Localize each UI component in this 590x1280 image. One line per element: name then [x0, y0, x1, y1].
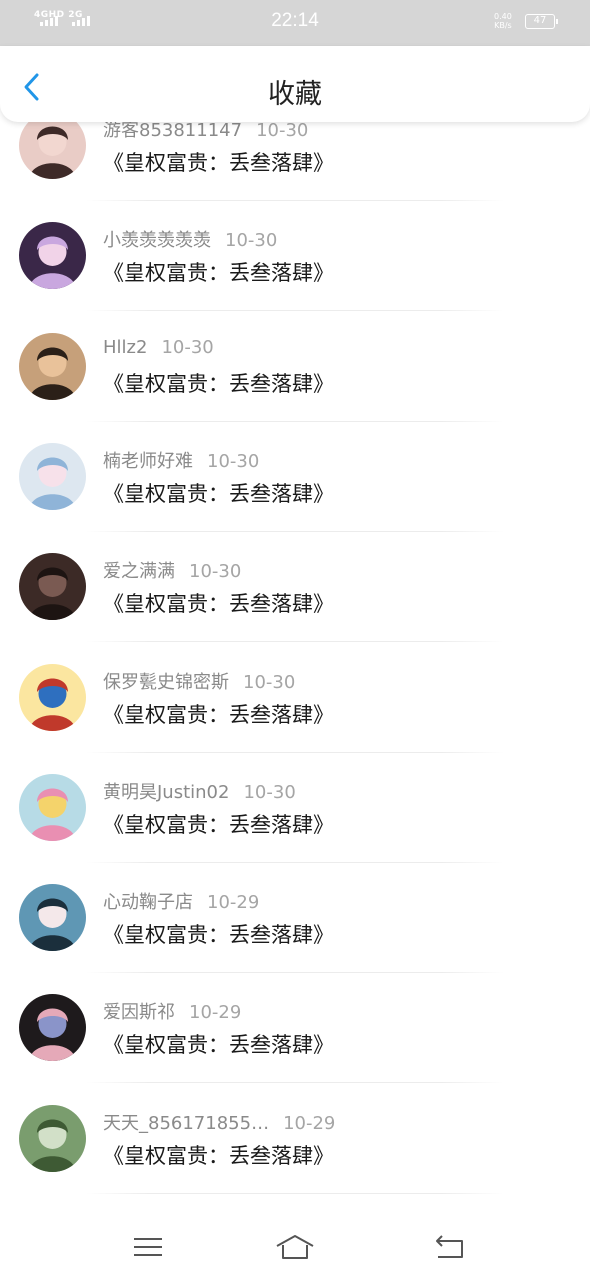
avatar[interactable] [19, 553, 86, 621]
item-meta: 爱之满满 10-30 [103, 557, 241, 583]
username: 楠老师好难 [103, 450, 193, 472]
username: Hllz2 [103, 336, 148, 358]
item-title[interactable]: 《皇权富贵：丢叁落肆》 [103, 257, 334, 287]
divider [86, 1082, 504, 1084]
date: 10-29 [283, 1112, 336, 1134]
avatar[interactable] [19, 994, 86, 1062]
list-item[interactable]: 天天_856171855… 10-29 《皇权富贵：丢叁落肆》 [0, 1085, 590, 1195]
list-item[interactable]: 楠老师好难 10-30 《皇权富贵：丢叁落肆》 [0, 423, 590, 533]
divider [86, 1192, 504, 1194]
divider [86, 420, 504, 422]
username: 游客853811147 [103, 120, 243, 141]
date: 10-29 [189, 1002, 242, 1024]
avatar[interactable] [19, 1104, 86, 1172]
username: 爱因斯祁 [103, 1002, 175, 1024]
item-meta: Hllz2 10-30 [103, 337, 214, 358]
avatar[interactable] [19, 222, 86, 290]
item-meta: 楠老师好难 10-30 [103, 447, 259, 473]
divider [86, 751, 504, 753]
item-meta: 黄明昊Justin02 10-30 [103, 778, 296, 804]
speed-value: 0.40 [494, 12, 512, 21]
username: 爱之满满 [103, 561, 175, 583]
back-arrow-icon[interactable] [430, 1230, 470, 1264]
list-item[interactable]: Hllz2 10-30 《皇权富贵：丢叁落肆》 [0, 313, 590, 423]
item-meta: 心动鞠子店 10-29 [103, 888, 259, 914]
username: 保罗甏史锦密斯 [103, 671, 229, 693]
network-speed: 0.40 KB/s [494, 12, 512, 30]
list-item[interactable]: 黄明昊Justin02 10-30 《皇权富贵：丢叁落肆》 [0, 754, 590, 864]
date: 10-30 [243, 671, 296, 693]
list-item[interactable]: 小羡羡羡羡羡 10-30 《皇权富贵：丢叁落肆》 [0, 202, 590, 312]
username: 天天_856171855… [103, 1112, 270, 1134]
date: 10-29 [207, 892, 260, 914]
avatar[interactable] [19, 773, 86, 841]
avatar[interactable] [19, 332, 86, 400]
home-icon[interactable] [275, 1230, 315, 1264]
item-meta: 保罗甏史锦密斯 10-30 [103, 668, 295, 694]
divider [86, 310, 504, 312]
divider [86, 530, 504, 532]
list-item[interactable]: 爱之满满 10-30 《皇权富贵：丢叁落肆》 [0, 533, 590, 643]
item-meta: 天天_856171855… 10-29 [103, 1109, 335, 1135]
status-bar: 4GHD 2G 22:14 0.40 KB/s 47 [0, 0, 590, 46]
speed-unit: KB/s [494, 21, 512, 30]
item-title[interactable]: 《皇权富贵：丢叁落肆》 [103, 919, 334, 949]
divider [86, 641, 504, 643]
item-title[interactable]: 《皇权富贵：丢叁落肆》 [103, 478, 334, 508]
bottom-nav [0, 1210, 590, 1280]
item-title[interactable]: 《皇权富贵：丢叁落肆》 [103, 1029, 334, 1059]
item-meta: 小羡羡羡羡羡 10-30 [103, 226, 277, 252]
username: 小羡羡羡羡羡 [103, 230, 211, 252]
item-title[interactable]: 《皇权富贵：丢叁落肆》 [103, 588, 334, 618]
list-item[interactable]: 爱因斯祁 10-29 《皇权富贵：丢叁落肆》 [0, 974, 590, 1084]
date: 10-30 [225, 230, 278, 252]
date: 10-30 [189, 561, 242, 583]
item-title[interactable]: 《皇权富贵：丢叁落肆》 [103, 368, 334, 398]
item-title[interactable]: 《皇权富贵：丢叁落肆》 [103, 1140, 334, 1170]
username: 黄明昊Justin02 [103, 781, 230, 803]
avatar[interactable] [19, 112, 86, 179]
divider [86, 861, 504, 863]
list-item[interactable]: 保罗甏史锦密斯 10-30 《皇权富贵：丢叁落肆》 [0, 644, 590, 754]
date: 10-30 [207, 450, 260, 472]
item-title[interactable]: 《皇权富贵：丢叁落肆》 [103, 147, 334, 177]
divider [86, 972, 504, 974]
date: 10-30 [161, 336, 214, 358]
avatar[interactable] [19, 884, 86, 952]
avatar[interactable] [19, 663, 86, 731]
favorites-list: 游客853811147 10-30 《皇权富贵：丢叁落肆》 小羡羡羡羡羡 10-30 《皇… [0, 100, 590, 1210]
item-title[interactable]: 《皇权富贵：丢叁落肆》 [103, 699, 334, 729]
username: 心动鞠子店 [103, 892, 193, 914]
header: 收藏 [0, 46, 590, 122]
date: 10-30 [243, 781, 296, 803]
list-item[interactable]: 心动鞠子店 10-29 《皇权富贵：丢叁落肆》 [0, 864, 590, 974]
battery-icon: 47 [525, 14, 558, 29]
item-title[interactable]: 《皇权富贵：丢叁落肆》 [103, 809, 334, 839]
avatar[interactable] [19, 442, 86, 510]
date: 10-30 [256, 120, 309, 141]
menu-icon[interactable] [128, 1230, 168, 1264]
page-title: 收藏 [268, 79, 322, 110]
divider [86, 200, 504, 201]
item-meta: 爱因斯祁 10-29 [103, 998, 241, 1024]
